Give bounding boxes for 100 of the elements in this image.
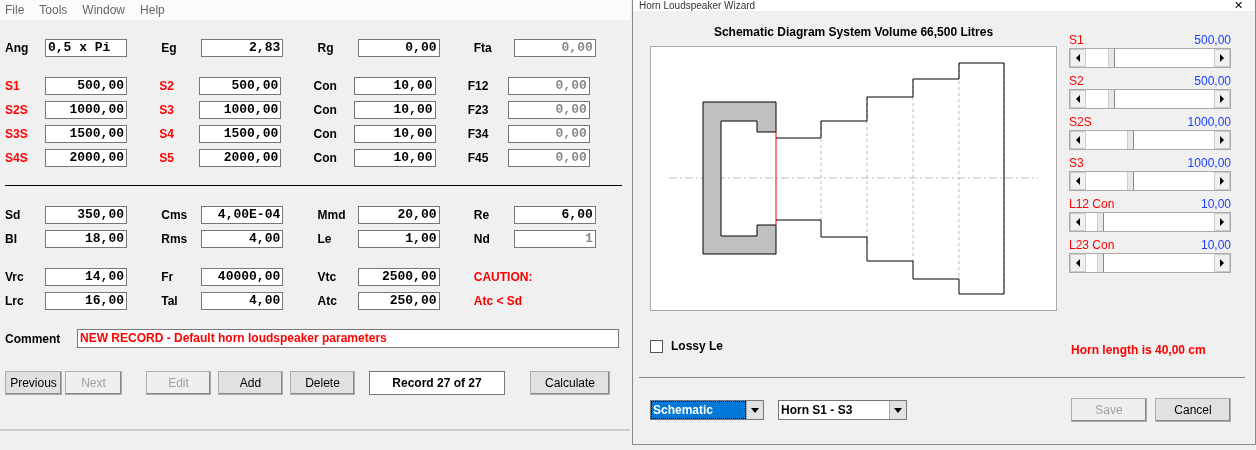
menu-item[interactable]: Tools bbox=[39, 3, 68, 17]
field-label: Lrc bbox=[5, 294, 25, 308]
input-field[interactable]: 1,00 bbox=[357, 230, 440, 248]
input-field[interactable]: 1000,00 bbox=[199, 101, 282, 119]
input-field[interactable]: 10,00 bbox=[353, 77, 436, 95]
scrollbar-slider[interactable] bbox=[1069, 48, 1231, 68]
close-button[interactable]: ✕ bbox=[1234, 0, 1255, 11]
calculate-button[interactable]: Calculate bbox=[530, 371, 610, 395]
input-field[interactable]: 18,00 bbox=[45, 230, 127, 248]
slider-value: 1000,00 bbox=[1187, 115, 1231, 130]
input-field[interactable]: 500,00 bbox=[199, 77, 282, 95]
field-label: F23 bbox=[467, 103, 490, 117]
slider-label: L23 Con bbox=[1069, 238, 1115, 253]
comment-label: Comment bbox=[5, 331, 62, 346]
field-label: Tal bbox=[161, 294, 179, 308]
field-label: Rg bbox=[317, 41, 335, 55]
input-field[interactable]: 1500,00 bbox=[45, 125, 127, 143]
slider-label: S1 bbox=[1069, 33, 1084, 48]
input-field[interactable]: 16,00 bbox=[45, 292, 127, 310]
scrollbar-slider[interactable] bbox=[1069, 130, 1231, 150]
diagram-heading: Schematic Diagram System Volume 66,500 Litres bbox=[712, 25, 995, 38]
field-label: Vtc bbox=[317, 270, 338, 284]
slider-thumb[interactable] bbox=[1127, 131, 1135, 149]
input-field[interactable]: 4,00 bbox=[201, 230, 284, 248]
slider-thumb[interactable] bbox=[1096, 213, 1104, 231]
input-field[interactable]: 2000,00 bbox=[199, 149, 282, 167]
field-label: S2 bbox=[159, 79, 175, 93]
scrollbar-slider[interactable] bbox=[1069, 212, 1231, 232]
comment-field[interactable]: NEW RECORD - Default horn loudspeaker parameters bbox=[77, 329, 619, 348]
nav-button[interactable]: Previous bbox=[5, 371, 62, 395]
record-counter: Record 27 of 27 bbox=[369, 371, 505, 395]
field-label: Ang bbox=[5, 41, 30, 55]
field-label: F34 bbox=[467, 127, 490, 141]
nav-button[interactable]: Delete bbox=[290, 371, 355, 395]
field-label: F12 bbox=[467, 79, 490, 93]
field-label: Nd bbox=[473, 232, 491, 246]
field-label: Re bbox=[473, 208, 491, 222]
input-field[interactable]: 0,5 x Pi bbox=[45, 39, 127, 57]
menu-item[interactable]: File bbox=[5, 3, 25, 17]
input-field[interactable]: 10,00 bbox=[353, 149, 436, 167]
input-field[interactable]: 10,00 bbox=[353, 101, 436, 119]
nav-button[interactable]: Add bbox=[218, 371, 283, 395]
scrollbar-slider[interactable] bbox=[1069, 171, 1231, 191]
input-field[interactable]: 4,00 bbox=[201, 292, 284, 310]
input-field[interactable]: 2,83 bbox=[201, 39, 284, 57]
slider-thumb[interactable] bbox=[1108, 90, 1116, 108]
slider-value: 10,00 bbox=[1200, 197, 1231, 212]
caret-icon[interactable] bbox=[746, 401, 763, 419]
input-field[interactable]: 10,00 bbox=[353, 125, 436, 143]
input-field[interactable]: 350,00 bbox=[45, 206, 127, 224]
field-label: S3 bbox=[159, 103, 175, 117]
field-label: Con bbox=[313, 103, 338, 117]
checkbox-label[interactable]: Lossy Le bbox=[671, 339, 724, 353]
field-label: Le bbox=[317, 232, 333, 246]
slider-value: 500,00 bbox=[1194, 74, 1231, 89]
field-label: Sd bbox=[5, 208, 22, 222]
dialog-title: Horn Loudspeaker Wizard bbox=[638, 1, 756, 11]
field-label: Cms bbox=[161, 208, 189, 222]
slider-label: S2S bbox=[1069, 115, 1092, 130]
field-label: Mmd bbox=[317, 208, 347, 222]
field-label: F45 bbox=[467, 151, 490, 165]
caret-icon[interactable] bbox=[889, 401, 906, 419]
dialog-button[interactable]: Cancel bbox=[1155, 398, 1231, 422]
input-field[interactable]: 1000,00 bbox=[45, 101, 127, 119]
horn-length-text: Horn length is 40,00 cm bbox=[1071, 343, 1207, 357]
field-label: Bl bbox=[5, 232, 18, 246]
input-field[interactable]: 6,00 bbox=[513, 206, 596, 224]
field-label: S4 bbox=[159, 127, 175, 141]
menu-item[interactable]: Window bbox=[82, 3, 126, 17]
input-field[interactable]: 14,00 bbox=[45, 268, 127, 286]
input-field[interactable]: 250,00 bbox=[357, 292, 440, 310]
field-label: Fr bbox=[161, 270, 175, 284]
field-label: Eg bbox=[161, 41, 178, 55]
input-field[interactable]: 20,00 bbox=[357, 206, 440, 224]
slider-label: S3 bbox=[1069, 156, 1084, 171]
field-label: Con bbox=[313, 127, 338, 141]
input-field[interactable]: 4,00E-04 bbox=[201, 206, 284, 224]
dropdown[interactable]: Horn S1 - S3 bbox=[778, 400, 907, 420]
field-label: Vrc bbox=[5, 270, 25, 284]
dropdown[interactable]: Schematic bbox=[650, 400, 764, 420]
field-label: Rms bbox=[161, 232, 189, 246]
input-field[interactable]: 40000,00 bbox=[201, 268, 284, 286]
input-field[interactable]: 1500,00 bbox=[199, 125, 282, 143]
slider-thumb[interactable] bbox=[1127, 172, 1135, 190]
slider-value: 1000,00 bbox=[1187, 156, 1231, 171]
input-field[interactable]: 2500,00 bbox=[357, 268, 440, 286]
field-label: Atc bbox=[317, 294, 338, 308]
input-field[interactable]: 2000,00 bbox=[45, 149, 127, 167]
slider-thumb[interactable] bbox=[1096, 254, 1104, 272]
scrollbar-slider[interactable] bbox=[1069, 89, 1231, 109]
slider-thumb[interactable] bbox=[1108, 49, 1116, 67]
menu-item[interactable]: Help bbox=[140, 3, 165, 17]
field-label: S2S bbox=[5, 103, 29, 117]
field-label: Con bbox=[313, 151, 338, 165]
scrollbar-slider[interactable] bbox=[1069, 253, 1231, 273]
checkbox[interactable] bbox=[650, 339, 663, 353]
input-field[interactable]: 500,00 bbox=[45, 77, 127, 95]
input-field[interactable]: 0,00 bbox=[357, 39, 440, 57]
field-label: S1 bbox=[5, 79, 21, 93]
slider-label: S2 bbox=[1069, 74, 1084, 89]
